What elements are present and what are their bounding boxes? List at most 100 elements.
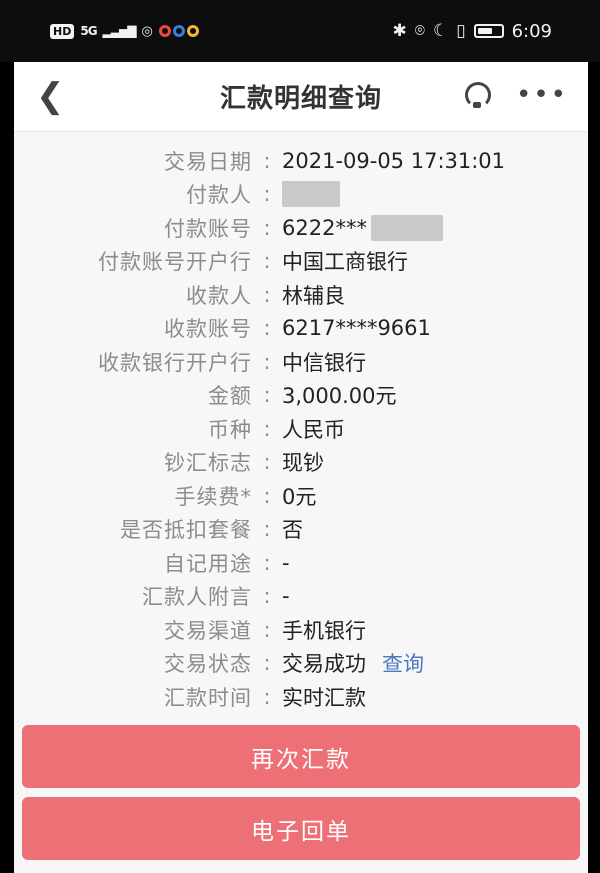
status-text: 交易成功	[282, 652, 366, 677]
query-status-link[interactable]: 查询	[382, 648, 424, 678]
detail-value: 交易成功 查询	[282, 648, 424, 678]
detail-colon: :	[263, 349, 271, 374]
detail-row-payer-account: 付款账号 : 6222***	[14, 211, 588, 245]
detail-value: 3,000.00元	[282, 384, 397, 409]
redaction-mask	[370, 214, 443, 241]
detail-label: 收款人	[186, 283, 252, 308]
bluetooth-icon: ✱	[392, 21, 407, 41]
detail-colon: :	[263, 416, 271, 441]
status-bar: HD 5G ▂▃▅▇ ◎ ✱ ⌾ ☾ ▯ 6:09	[0, 0, 600, 62]
detail-row-amount: 金额 : 3,000.00元	[14, 379, 588, 413]
detail-label: 手续费*	[174, 484, 252, 509]
notification-icon-1	[158, 25, 171, 37]
detail-row-payer: 付款人 :	[14, 178, 588, 212]
detail-row-payee-account: 收款账号 : 6217****9661	[14, 312, 588, 346]
detail-value: 6217****9661	[282, 316, 431, 341]
detail-row-package-deduct: 是否抵扣套餐 : 否	[14, 513, 588, 547]
detail-row-currency: 币种 : 人民币	[14, 412, 588, 446]
detail-colon: :	[263, 517, 271, 542]
detail-label: 交易渠道	[164, 618, 252, 643]
detail-label: 付款人	[186, 183, 252, 208]
transfer-again-button[interactable]: 再次汇款	[22, 725, 580, 788]
detail-colon: :	[263, 617, 271, 642]
clock: 6:09	[511, 20, 552, 42]
notification-icon-3	[186, 25, 199, 37]
detail-label: 收款银行开户行	[98, 350, 252, 375]
detail-colon: :	[263, 550, 271, 575]
detail-value: -	[282, 584, 290, 609]
detail-label: 交易状态	[164, 652, 252, 677]
detail-colon: :	[263, 383, 271, 408]
detail-value: 林辅良	[282, 283, 345, 308]
detail-colon: :	[263, 282, 271, 307]
location-icon: ⌾	[414, 21, 425, 41]
detail-label: 付款账号开户行	[98, 250, 252, 275]
detail-row-cash-flag: 钞汇标志 : 现钞	[14, 446, 588, 480]
redaction-mask	[282, 181, 340, 208]
detail-label: 收款账号	[164, 317, 252, 342]
transfer-details: 交易日期 : 2021-09-05 17:31:01 付款人 : 付款账号 : …	[14, 144, 588, 714]
detail-value-text: 6222***	[282, 215, 367, 240]
network-label: 5G	[80, 24, 97, 38]
hotspot-icon: ◎	[141, 23, 153, 39]
detail-value: 0元	[282, 484, 317, 509]
detail-colon: :	[263, 651, 271, 676]
detail-colon: :	[263, 684, 271, 709]
detail-colon: :	[263, 148, 271, 173]
detail-value: 6222***	[282, 214, 443, 241]
detail-value	[282, 181, 340, 208]
detail-value: 中国工商银行	[282, 250, 408, 275]
back-button[interactable]: ❮	[36, 79, 68, 115]
detail-colon: :	[263, 316, 271, 341]
detail-label: 汇款人附言	[142, 585, 252, 610]
detail-label: 交易日期	[164, 149, 252, 174]
detail-label: 币种	[208, 417, 252, 442]
detail-label: 付款账号	[164, 216, 252, 241]
detail-value: 否	[282, 518, 303, 543]
nav-actions: •••	[462, 80, 568, 110]
detail-row-fee: 手续费* : 0元	[14, 479, 588, 513]
detail-label: 金额	[208, 384, 252, 409]
app-notification-icons	[158, 25, 199, 37]
detail-colon: :	[263, 182, 271, 207]
detail-row-payee-bank: 收款银行开户行 : 中信银行	[14, 345, 588, 379]
nav-bar: ❮ 汇款明细查询 •••	[14, 62, 588, 132]
detail-label: 汇款时间	[164, 685, 252, 710]
detail-value: 中信银行	[282, 350, 366, 375]
detail-colon: :	[263, 584, 271, 609]
notification-icon-2	[172, 25, 185, 37]
detail-label: 钞汇标志	[164, 451, 252, 476]
detail-row-payer-bank: 付款账号开户行 : 中国工商银行	[14, 245, 588, 279]
detail-row-channel: 交易渠道 : 手机银行	[14, 613, 588, 647]
detail-value: 手机银行	[282, 618, 366, 643]
e-receipt-button[interactable]: 电子回单	[22, 797, 580, 860]
detail-row-date: 交易日期 : 2021-09-05 17:31:01	[14, 144, 588, 178]
detail-value: 2021-09-05 17:31:01	[282, 148, 506, 173]
detail-label: 是否抵扣套餐	[120, 518, 252, 543]
detail-row-payee: 收款人 : 林辅良	[14, 278, 588, 312]
detail-row-transfer-time: 汇款时间 : 实时汇款	[14, 680, 588, 714]
detail-value: 人民币	[282, 417, 345, 442]
status-left: HD 5G ▂▃▅▇ ◎	[50, 23, 199, 39]
signal-icon: ▂▃▅▇	[102, 24, 137, 38]
detail-value: 实时汇款	[282, 685, 366, 710]
more-icon[interactable]: •••	[516, 82, 568, 108]
page-title: 汇款明细查询	[219, 84, 382, 114]
customer-service-icon[interactable]	[462, 80, 492, 110]
battery-icon	[473, 24, 504, 38]
detail-row-purpose: 自记用途 : -	[14, 546, 588, 580]
detail-label: 自记用途	[164, 551, 252, 576]
detail-colon: :	[263, 215, 271, 240]
detail-value: 现钞	[282, 451, 324, 476]
detail-row-remark: 汇款人附言 : -	[14, 580, 588, 614]
status-right: ✱ ⌾ ☾ ▯ 6:09	[393, 21, 552, 42]
detail-colon: :	[263, 483, 271, 508]
chevron-left-icon: ❮	[36, 76, 65, 116]
do-not-disturb-icon: ☾	[432, 21, 449, 41]
detail-colon: :	[263, 450, 271, 475]
detail-colon: :	[263, 249, 271, 274]
hd-badge: HD	[50, 23, 75, 39]
detail-value: -	[282, 550, 290, 575]
app-screen: ❮ 汇款明细查询 ••• 交易日期 : 2021-09-05 17:31:01 …	[14, 62, 588, 873]
vibrate-icon: ▯	[456, 21, 466, 41]
